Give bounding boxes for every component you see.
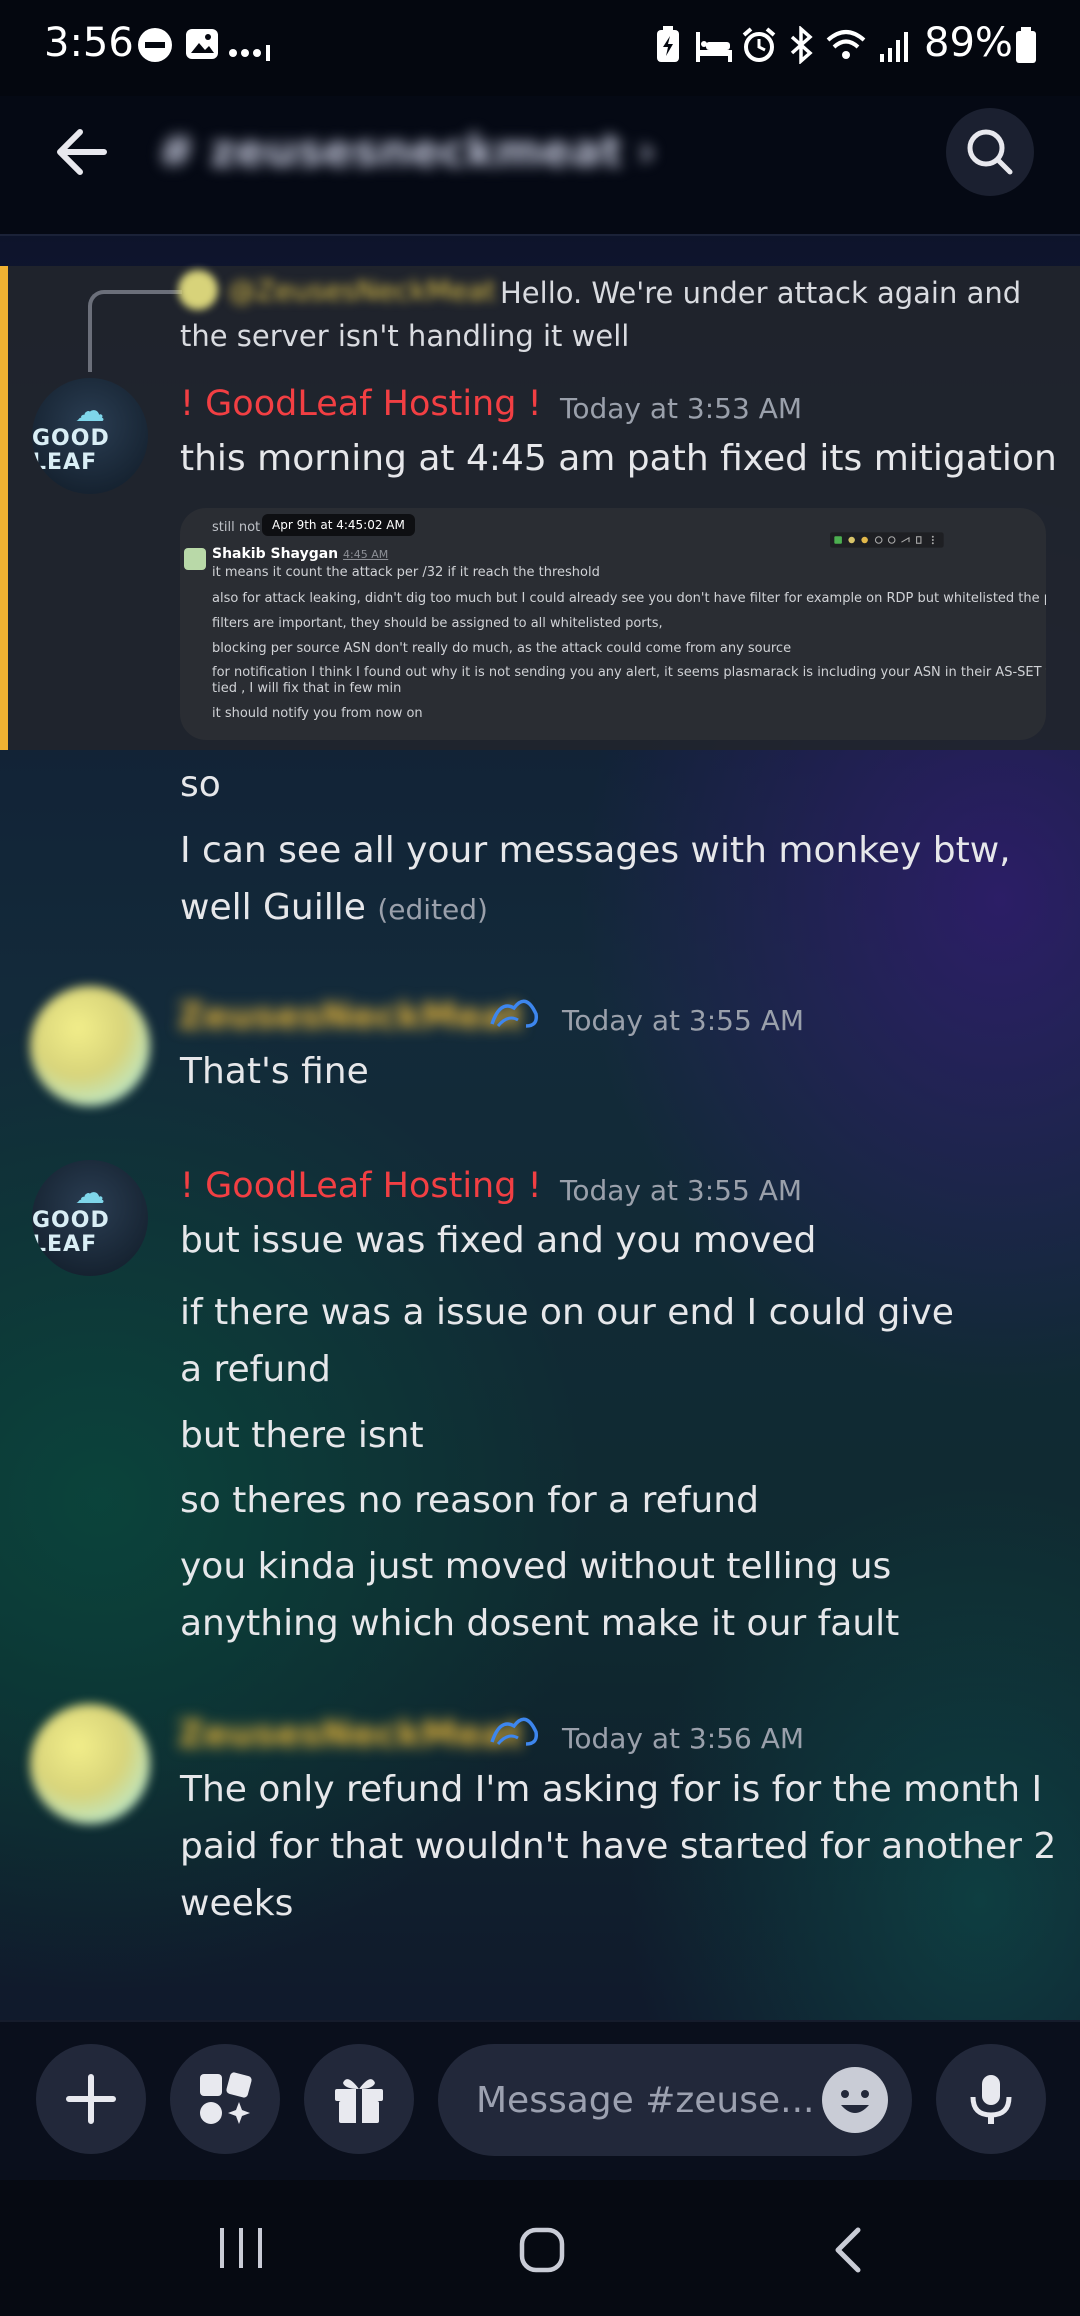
home-icon[interactable] — [518, 2226, 566, 2278]
apps-button[interactable] — [170, 2044, 280, 2154]
message-text: so — [180, 764, 221, 805]
status-time: 3:56 — [44, 20, 134, 66]
embed-line: also for attack leaking, didn't dig too … — [212, 591, 1046, 606]
cloud-logo-icon: ☁ — [75, 394, 105, 429]
message-text: but issue was fixed and you moved — [180, 1220, 817, 1261]
embed-line: filters are important, they should be as… — [212, 616, 663, 631]
message-text: this morning at 4:45 am path fixed its m… — [180, 438, 1057, 479]
message-text: if there was a issue on our end I could … — [180, 1292, 954, 1390]
search-icon — [967, 129, 1013, 175]
chevron-right-icon: › — [637, 126, 656, 177]
wifi-icon — [826, 26, 866, 73]
recent-apps-icon[interactable] — [216, 2226, 266, 2274]
reaction-toolbar-icon — [830, 532, 944, 548]
message-author[interactable]: ! GoodLeaf Hosting ! — [180, 384, 542, 424]
message-author[interactable]: ZeusesNeckMeat — [178, 996, 523, 1037]
message-text: so theres no reason for a refund — [180, 1480, 759, 1521]
server-badge-icon — [488, 994, 540, 1041]
server-badge-icon — [488, 1712, 540, 1759]
avatar[interactable] — [30, 986, 150, 1106]
bluetooth-icon — [786, 25, 816, 73]
gallery-icon — [184, 26, 220, 71]
reply-connector — [88, 290, 182, 372]
avatar[interactable]: ☁ GOOD LEAF — [32, 378, 148, 494]
battery-saver-icon — [654, 26, 682, 73]
embed-avatar — [184, 548, 206, 570]
avatar-logo-text: GOOD LEAF — [32, 1208, 110, 1257]
add-attachment-button[interactable] — [36, 2044, 146, 2154]
back-arrow-icon[interactable] — [52, 122, 112, 182]
message-line: I can see all your messages with monkey … — [180, 830, 1011, 928]
embed-author: Shakib Shaygan — [212, 546, 339, 562]
message-text: The only refund I'm asking for is for th… — [180, 1769, 1057, 1924]
nav-back-icon[interactable] — [828, 2226, 868, 2278]
message-author[interactable]: ZeusesNeckMeat — [178, 1714, 523, 1755]
message-timestamp: Today at 3:55 AM — [562, 1004, 805, 1037]
emoji-button[interactable] — [822, 2067, 888, 2133]
attached-image[interactable]: still not aher Apr 9th at 4:45:02 AM Sha… — [180, 508, 1046, 740]
microphone-icon — [970, 2075, 1012, 2124]
message-author[interactable]: ! GoodLeaf Hosting ! — [180, 1166, 542, 1206]
sleep-mode-icon — [694, 26, 734, 73]
message-text: but there isnt — [180, 1415, 424, 1456]
alarm-icon — [740, 26, 778, 73]
more-notifications-icon — [228, 32, 272, 72]
edited-label: (edited) — [377, 893, 488, 926]
mention-highlight-bar — [0, 266, 8, 750]
embed-time: 4:45 AM — [343, 548, 389, 561]
dnd-icon — [136, 26, 174, 73]
message-text: That's fine — [180, 1051, 369, 1092]
avatar[interactable]: ☁ GOOD LEAF — [32, 1160, 148, 1276]
message-text: I can see all your messages with monkey … — [180, 822, 1060, 938]
gift-icon — [335, 2079, 383, 2123]
channel-name-text: # zeusesneckmeat — [158, 126, 623, 177]
reply-author[interactable]: @ZeusesNeckMeat — [228, 274, 496, 307]
battery-icon — [1014, 26, 1038, 73]
gift-button[interactable] — [304, 2044, 414, 2154]
signal-icon — [878, 26, 912, 73]
message-timestamp: Today at 3:53 AM — [560, 392, 803, 425]
message-text: you kinda just moved without telling us … — [180, 1546, 900, 1644]
reply-avatar — [178, 270, 218, 310]
emoji-icon — [841, 2090, 869, 2113]
message-timestamp: Today at 3:56 AM — [562, 1722, 805, 1755]
channel-name[interactable]: # zeusesneckmeat › — [158, 126, 656, 177]
avatar[interactable] — [30, 1704, 150, 1824]
image-tooltip: Apr 9th at 4:45:02 AM — [262, 514, 415, 536]
plus-icon — [66, 2074, 116, 2124]
embed-line: it means it count the attack per /32 if … — [212, 565, 600, 580]
embed-line: it should notify you from now on — [212, 706, 423, 721]
apps-icon — [200, 2072, 252, 2124]
message-input-placeholder: Message #zeuse... — [476, 2080, 815, 2121]
embed-line: blocking per source ASN don't really do … — [212, 641, 792, 656]
embed-line: tied , I will fix that in few min — [212, 681, 402, 696]
embed-line: for notification I think I found out why… — [212, 665, 1046, 680]
voice-message-button[interactable] — [936, 2044, 1046, 2154]
message-timestamp: Today at 3:55 AM — [560, 1174, 803, 1207]
cloud-logo-icon: ☁ — [75, 1176, 105, 1211]
search-button[interactable] — [946, 108, 1034, 196]
battery-percent: 89% — [924, 20, 1013, 66]
avatar-logo-text: GOOD LEAF — [32, 426, 110, 475]
